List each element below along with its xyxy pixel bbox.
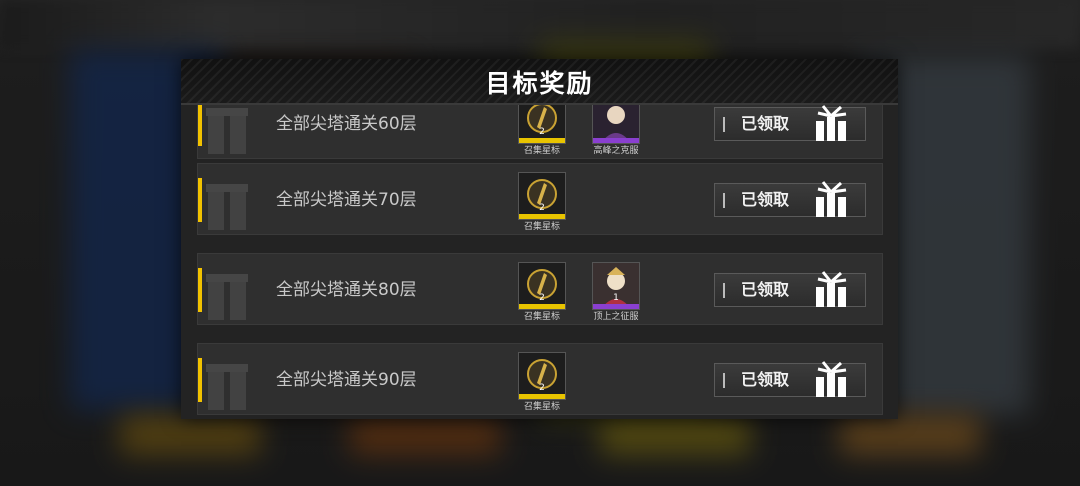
reward-quantity: 2 (539, 127, 545, 137)
reward-name: 召集星标 (523, 402, 560, 412)
compass-star-icon: 2 (518, 352, 566, 400)
gift-icon (816, 105, 847, 141)
reward-item[interactable]: 高峰之克服 (589, 96, 643, 157)
gift-icon (816, 181, 847, 217)
claimed-label: 已领取 (741, 370, 790, 389)
reward-row: 全部尖塔通关80层 2 召集星标 1 顶上之征服 已领取 (197, 253, 883, 325)
reward-item[interactable]: 1 顶上之征服 (589, 262, 643, 323)
row-label: 全部尖塔通关80层 (276, 280, 417, 300)
gift-watermark-icon (206, 184, 248, 230)
gift-watermark-icon (206, 364, 248, 410)
reward-name: 召集星标 (523, 312, 560, 322)
row-label: 全部尖塔通关70层 (276, 190, 417, 210)
claimed-button[interactable]: 已领取 (714, 105, 866, 141)
reward-item[interactable]: 2 召集星标 (515, 172, 569, 233)
goal-rewards-dialog: 目标奖励 全部尖塔通关60层 2 召集星标 高峰之克服 已领取 全部尖塔通关70… (181, 59, 898, 419)
claimed-label: 已领取 (741, 190, 790, 209)
reward-quantity: 2 (539, 383, 545, 393)
row-accent (198, 102, 202, 146)
reward-quantity: 2 (539, 203, 545, 213)
claimed-button[interactable]: 已领取 (714, 181, 866, 217)
character-portrait-icon: 1 (592, 262, 640, 310)
reward-item[interactable]: 2 召集星标 (515, 262, 569, 323)
reward-item[interactable]: 2 召集星标 (515, 352, 569, 413)
reward-item[interactable]: 2 召集星标 (515, 96, 569, 157)
reward-name: 召集星标 (523, 146, 560, 156)
reward-row: 全部尖塔通关90层 2 召集星标 已领取 (197, 343, 883, 415)
row-label: 全部尖塔通关90层 (276, 370, 417, 390)
gift-icon (816, 361, 847, 397)
compass-star-icon: 2 (518, 172, 566, 220)
row-accent (198, 178, 202, 222)
reward-name: 顶上之征服 (593, 312, 639, 322)
reward-row: 全部尖塔通关70层 2 召集星标 已领取 (197, 163, 883, 235)
reward-quantity: 1 (613, 293, 619, 303)
compass-star-icon: 2 (518, 262, 566, 310)
dialog-header: 目标奖励 (181, 59, 898, 105)
gift-watermark-icon (206, 274, 248, 320)
row-accent (198, 268, 202, 312)
reward-name: 召集星标 (523, 222, 560, 232)
dialog-title: 目标奖励 (485, 69, 594, 98)
row-accent (198, 358, 202, 402)
claimed-label: 已领取 (741, 280, 790, 299)
claimed-button[interactable]: 已领取 (714, 271, 866, 307)
claimed-label: 已领取 (741, 114, 790, 133)
claimed-button[interactable]: 已领取 (714, 361, 866, 397)
gift-icon (816, 271, 847, 307)
reward-name: 高峰之克服 (593, 146, 639, 156)
reward-quantity: 2 (539, 293, 545, 303)
